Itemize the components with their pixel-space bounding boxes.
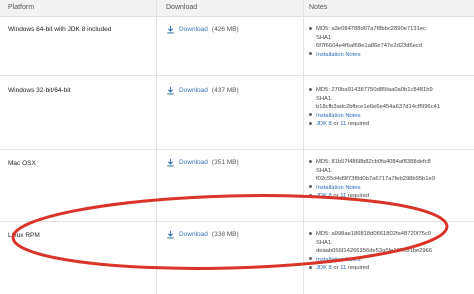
jdk8-link[interactable]: JDK 8 <box>316 121 332 127</box>
file-size: (351 MB) <box>211 159 239 166</box>
download-icon <box>166 25 175 34</box>
download-icon <box>166 230 175 239</box>
sha1-hash: 6f7f6604e4f6af68e1a86e747e2d23d6ecd <box>316 43 423 49</box>
installation-notes-link[interactable]: Installation Notes <box>316 52 360 58</box>
table-header: Platform Download Notes <box>0 0 474 17</box>
download-link[interactable]: Download (351 MB) <box>166 158 239 167</box>
header-download: Download <box>166 4 198 11</box>
required-text: required <box>347 265 370 271</box>
jdk11-link[interactable]: 11 <box>340 265 346 271</box>
sha1-hash: b18cfb3adc2bfbce1e6e6e454a637d14cff996c4… <box>316 104 440 110</box>
jdk11-link[interactable]: 11 <box>340 121 346 127</box>
sha1-hash: deaab056f14266356de53a5fe137eb1be2966 <box>316 248 433 254</box>
table-row: Windows 32-bit/64-bit Download (437 MB) … <box>0 76 474 150</box>
installation-notes-link[interactable]: Installation Notes <box>316 113 360 119</box>
md5-hash: MD5: a998ae186818d0661802fa48720f75c0 <box>316 231 432 237</box>
sha1-label: SHA1: <box>316 167 333 174</box>
installation-notes-link[interactable]: Installation Notes <box>316 257 360 263</box>
download-icon <box>166 158 175 167</box>
notes-cell: MD5: a3e084788d67a7f8bbc2890e7131ec SHA1… <box>309 25 469 59</box>
table-row: Mac OSX Download (351 MB) MD5: 81b57f486… <box>0 150 474 222</box>
header-platform: Platform <box>8 4 35 11</box>
file-size: (338 MB) <box>211 231 239 238</box>
required-text: required <box>347 193 370 199</box>
downloads-table: Platform Download Notes Windows 64-bit w… <box>0 0 474 294</box>
sha1-label: SHA1: <box>316 239 333 246</box>
download-label: Download <box>179 159 208 166</box>
header-notes: Notes <box>309 4 328 11</box>
installation-notes-link[interactable]: Installation Notes <box>316 185 360 191</box>
md5-hash: MD5: a3e084788d67a7f8bbc2890e7131ec <box>316 26 426 32</box>
download-link[interactable]: Download (338 MB) <box>166 230 239 239</box>
platform-cell: Windows 32-bit/64-bit <box>8 87 71 94</box>
sha1-label: SHA1: <box>316 95 333 102</box>
or-text: or <box>333 121 339 127</box>
jdk11-link[interactable]: 11 <box>340 193 346 199</box>
file-size: (437 MB) <box>211 87 239 94</box>
download-label: Download <box>179 87 208 94</box>
required-text: required <box>347 121 370 127</box>
platform-cell: Linux RPM <box>8 232 40 239</box>
download-label: Download <box>179 231 208 238</box>
jdk8-link[interactable]: JDK 8 <box>316 265 332 271</box>
jdk8-link[interactable]: JDK 8 <box>316 193 332 199</box>
file-size: (426 MB) <box>211 26 239 33</box>
notes-cell: MD5: a998ae186818d0661802fa48720f75c0 SH… <box>309 230 469 273</box>
md5-hash: MD5: 270ba914387750d85faa0a0b1c8481b9 <box>316 87 433 93</box>
or-text: or <box>333 265 339 271</box>
sha1-hash: f02c55d4d9f73f8d0b7a6717a7feb298b95b1e9 <box>316 176 435 182</box>
md5-hash: MD5: 81b57f4868b82cb0fa4084af8388defc8 <box>316 159 431 165</box>
sha1-label: SHA1: <box>316 34 333 41</box>
notes-cell: MD5: 270ba914387750d85faa0a0b1c8481b9 SH… <box>309 86 469 129</box>
download-link[interactable]: Download (426 MB) <box>166 25 239 34</box>
notes-cell: MD5: 81b57f4868b82cb0fa4084af8388defc8 S… <box>309 158 469 201</box>
platform-cell: Mac OSX <box>8 160 36 167</box>
table-row: Linux RPM Download (338 MB) MD5: a998ae1… <box>0 222 474 294</box>
platform-cell: Windows 64-bit with JDK 8 included <box>8 26 112 33</box>
download-link[interactable]: Download (437 MB) <box>166 86 239 95</box>
table-row: Windows 64-bit with JDK 8 included Downl… <box>0 17 474 76</box>
download-label: Download <box>179 26 208 33</box>
download-icon <box>166 86 175 95</box>
or-text: or <box>333 193 339 199</box>
